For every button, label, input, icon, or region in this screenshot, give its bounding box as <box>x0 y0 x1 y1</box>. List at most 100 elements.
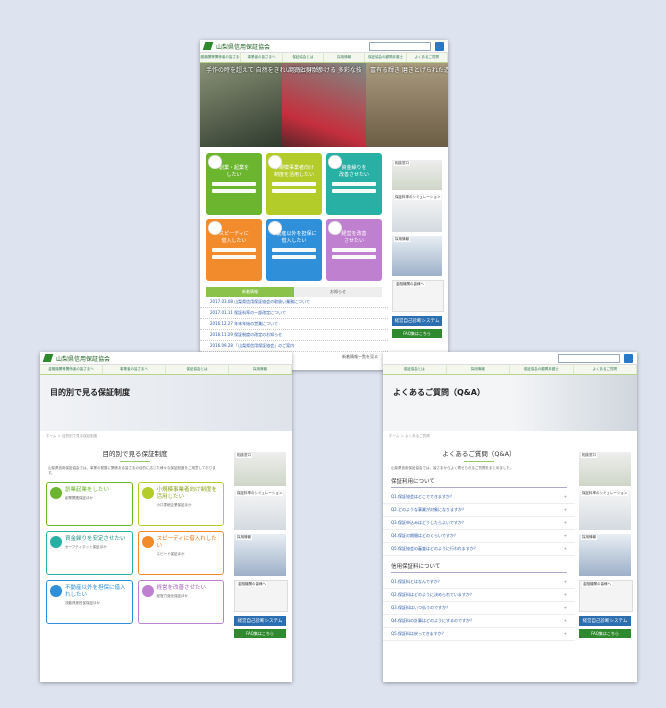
purpose-card[interactable]: 資金繰りを安定させたい セーフティネット保証ほか <box>46 531 133 575</box>
nav-item[interactable]: よくあるご質問 <box>574 365 637 374</box>
news-item[interactable]: 2016.09.28 「山梨県信用保証協会」のご案内 <box>200 341 388 352</box>
purpose-card[interactable]: 資金繰りを 改善させたい <box>326 153 382 215</box>
page-banner-title: 目的別で見る保証制度 <box>50 388 130 397</box>
faq-item[interactable]: Q1.保証料とはなんですか？ + <box>383 576 575 589</box>
plus-icon: + <box>563 533 567 538</box>
faq-question: Q4.保証料の計算はどのようにするのですか？ <box>391 618 475 623</box>
sidebar-banner[interactable]: 相談窓口 <box>579 452 631 486</box>
self-diagnosis-button[interactable]: 経営自己診断システム <box>392 316 442 326</box>
card-icon <box>50 585 62 597</box>
purpose-card[interactable]: 経営を改善させたい 経営力強化保証ほか <box>137 580 224 624</box>
faq-button[interactable]: FAQ集はこちら <box>579 629 631 638</box>
tab-news[interactable]: 新着情報 <box>206 287 294 297</box>
nav-item[interactable]: 保証協会とは <box>283 53 324 62</box>
tab-notice[interactable]: お知らせ <box>294 287 382 297</box>
nav-item[interactable]: 事業者の皆さまへ <box>103 365 166 374</box>
nav-item[interactable]: 保証協会の顧問弁護士 <box>510 365 574 374</box>
plus-icon: + <box>563 592 567 597</box>
faq-button[interactable]: FAQ集はこちら <box>392 329 442 338</box>
card-icon <box>50 536 62 548</box>
purpose-card[interactable]: 創業・起業を したい <box>206 153 262 215</box>
faq-item[interactable]: Q5.保証協会の審査はどのように行われますか？ + <box>383 543 575 556</box>
sidebar-banner[interactable]: 保証料率のシミュレーション <box>392 194 442 232</box>
card-title: スピーディに借入れしたい <box>156 536 217 549</box>
faq-item[interactable]: Q3.保証料はいつ払うのですか？ + <box>383 602 575 615</box>
sidebar-banner[interactable]: 保証料率のシミュレーション <box>234 490 286 530</box>
faq-item[interactable]: Q2.保証料はどのように決められていますか？ + <box>383 589 575 602</box>
site-logo[interactable]: 山梨県信用保証協会 <box>56 354 110 363</box>
hero-slideshow[interactable]: 手作の時を超えて 自然をきれいな紙の用紙 商売と身が歩ける 多彩な技 富有る輝き… <box>200 63 448 147</box>
faq-item[interactable]: Q1.保証協会はどこでできますか？ + <box>383 491 575 504</box>
nav-item[interactable]: 金融機関等関係者の皆さまへ <box>40 365 103 374</box>
sidebar: 相談窓口 保証料率のシミュレーション 採用情報 金融機関の皆様へ 経営自己診断シ… <box>234 452 288 638</box>
card-icon <box>141 585 154 597</box>
nav-item[interactable]: 保証協会の顧問弁護士 <box>365 53 407 62</box>
nav-item[interactable]: 金融機関等関係者の皆さまへ <box>200 53 242 62</box>
hero-caption: 商売と身が歩ける 多彩な技 <box>288 67 362 74</box>
news-item[interactable]: 2016.11.29 保証制度の改定のお知らせ <box>200 330 388 341</box>
purpose-card[interactable]: 小規模事業者向け 制度を活用したい <box>266 153 322 215</box>
sidebar-banner-label: 採用情報 <box>236 535 252 540</box>
news-item[interactable]: 2017.01.11 保証料率の一部改定について <box>200 308 388 319</box>
news-item[interactable]: 2017.03.08 山梨県信用保証協会の取扱い業務について <box>200 297 388 308</box>
breadcrumb[interactable]: ホーム ＞ 目的別で見る保証制度 <box>40 431 292 442</box>
hero-image <box>366 63 448 147</box>
global-nav: 金融機関等関係者の皆さまへ 事業者の皆さまへ 保証協会とは 採用情報 <box>40 365 292 375</box>
hero-image <box>200 63 282 147</box>
nav-item[interactable]: 採用情報 <box>229 365 292 374</box>
sidebar: 相談窓口 保証料率のシミュレーション 採用情報 金融機関の皆様へ 経営自己診断シ… <box>392 160 444 338</box>
nav-item[interactable]: 事業者の皆さまへ <box>241 53 283 62</box>
faq-button[interactable]: FAQ集はこちら <box>234 629 286 638</box>
nav-item[interactable]: 保証協会とは <box>166 365 229 374</box>
nav-item[interactable]: 採用情報 <box>447 365 510 374</box>
search-input[interactable] <box>558 353 620 363</box>
site-logo[interactable]: 山梨県信用保証協会 <box>216 42 270 51</box>
news-item[interactable]: 2016.12.27 年末年始の営業について <box>200 319 388 330</box>
card-sub: セーフティネット保証ほか <box>65 545 107 549</box>
sidebar-banner[interactable]: 保証料率のシミュレーション <box>579 490 631 530</box>
purpose-card[interactable]: 不動産以外を担保に借入れしたい 流動資産担保保証ほか <box>46 580 133 624</box>
card-icon <box>328 221 342 235</box>
faq-item[interactable]: Q3.保証申込みはどうしたらよいですか？ + <box>383 517 575 530</box>
faq-question: Q3.保証料はいつ払うのですか？ <box>391 605 450 610</box>
search-button[interactable] <box>624 353 633 363</box>
breadcrumb[interactable]: ホーム ＞ よくあるご質問 <box>383 431 637 442</box>
sidebar-banner[interactable]: 採用情報 <box>392 236 442 276</box>
nav-item[interactable]: 保証協会とは <box>383 365 447 374</box>
sidebar-banner-label: 金融機関の皆様へ <box>395 282 425 287</box>
faq-section-title: 信用保証料について <box>391 562 567 573</box>
sidebar-banner[interactable]: 相談窓口 <box>392 160 442 190</box>
search-input[interactable] <box>369 41 431 51</box>
purpose-card[interactable]: 創業起業をしたい 創業関連保証ほか <box>46 482 133 526</box>
purpose-card[interactable]: スピーディに 借入したい <box>206 219 262 281</box>
page-banner-title: よくあるご質問（Q&A） <box>393 388 485 397</box>
nav-item[interactable]: よくあるご質問 <box>407 53 448 62</box>
purpose-card[interactable]: 小規模事業者向け制度を活用したい 小口零細企業保証ほか <box>137 482 224 526</box>
self-diagnosis-button[interactable]: 経営自己診断システム <box>579 616 631 626</box>
faq-item[interactable]: Q5.保証料は戻ってきますか？ + <box>383 628 575 641</box>
sidebar: 相談窓口 保証料率のシミュレーション 採用情報 金融機関の皆様へ 経営自己診断シ… <box>579 452 633 638</box>
purpose-card[interactable]: 不動産以外を担保に 借入したい <box>266 219 322 281</box>
sidebar-banner[interactable]: 金融機関の皆様へ <box>234 580 288 612</box>
news-tabs: 新着情報 お知らせ <box>206 287 382 297</box>
plus-icon: + <box>563 546 567 551</box>
search-button[interactable] <box>435 41 444 51</box>
sidebar-banner[interactable]: 採用情報 <box>579 534 631 576</box>
nav-item[interactable]: 採用情報 <box>324 53 366 62</box>
site-header <box>383 352 637 365</box>
card-sub: 経営力強化保証ほか <box>156 594 189 598</box>
self-diagnosis-button[interactable]: 経営自己診断システム <box>234 616 286 626</box>
sidebar-banner[interactable]: 金融機関の皆様へ <box>392 280 444 312</box>
site-header: 山梨県信用保証協会 <box>200 40 448 53</box>
card-icon <box>268 155 282 169</box>
purpose-card[interactable]: 経営を改善 させたい <box>326 219 382 281</box>
purpose-card[interactable]: スピーディに借入れしたい スピード保証ほか <box>137 531 224 575</box>
sidebar-banner[interactable]: 相談窓口 <box>234 452 286 486</box>
purpose-cards: 創業・起業を したい 小規模事業者向け 制度を活用したい 資金繰りを 改善させた… <box>200 147 388 287</box>
sidebar-banner-label: 金融機関の皆様へ <box>582 582 612 587</box>
faq-item[interactable]: Q2.どのような事業が対象になりますか？ + <box>383 504 575 517</box>
sidebar-banner[interactable]: 金融機関の皆様へ <box>579 580 633 612</box>
sidebar-banner[interactable]: 採用情報 <box>234 534 286 576</box>
faq-item[interactable]: Q4.保証の期間はどのくらいですか？ + <box>383 530 575 543</box>
faq-item[interactable]: Q4.保証料の計算はどのようにするのですか？ + <box>383 615 575 628</box>
